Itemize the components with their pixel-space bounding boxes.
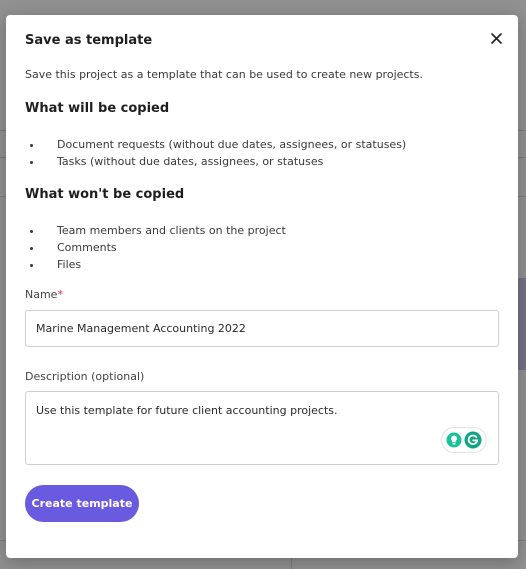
name-input[interactable] (25, 310, 499, 347)
copied-heading: What will be copied (25, 101, 170, 116)
close-button[interactable] (487, 29, 505, 47)
grammarly-icon[interactable] (464, 431, 482, 449)
list-item: Tasks (without due dates, assignees, or … (43, 153, 406, 170)
create-template-button[interactable]: Create template (25, 485, 139, 522)
copied-list: Document requests (without due dates, as… (43, 136, 406, 170)
list-item: Team members and clients on the project (43, 222, 286, 239)
name-label-text: Name (25, 288, 58, 301)
not-copied-list: Team members and clients on the project … (43, 222, 286, 273)
name-label: Name* (25, 288, 63, 301)
required-indicator: * (57, 288, 63, 301)
not-copied-heading: What won't be copied (25, 187, 185, 202)
description-label: Description (optional) (25, 370, 145, 383)
list-item: Comments (43, 239, 286, 256)
list-item: Document requests (without due dates, as… (43, 136, 406, 153)
save-as-template-dialog: Save as template Save this project as a … (6, 15, 518, 558)
list-item: Files (43, 256, 286, 273)
close-icon (490, 32, 502, 44)
description-textarea[interactable]: Use this template for future client acco… (25, 391, 499, 465)
dialog-title: Save as template (25, 33, 153, 48)
grammarly-widget[interactable] (442, 428, 486, 452)
lightbulb-icon[interactable] (446, 432, 462, 448)
dialog-description: Save this project as a template that can… (25, 68, 423, 81)
